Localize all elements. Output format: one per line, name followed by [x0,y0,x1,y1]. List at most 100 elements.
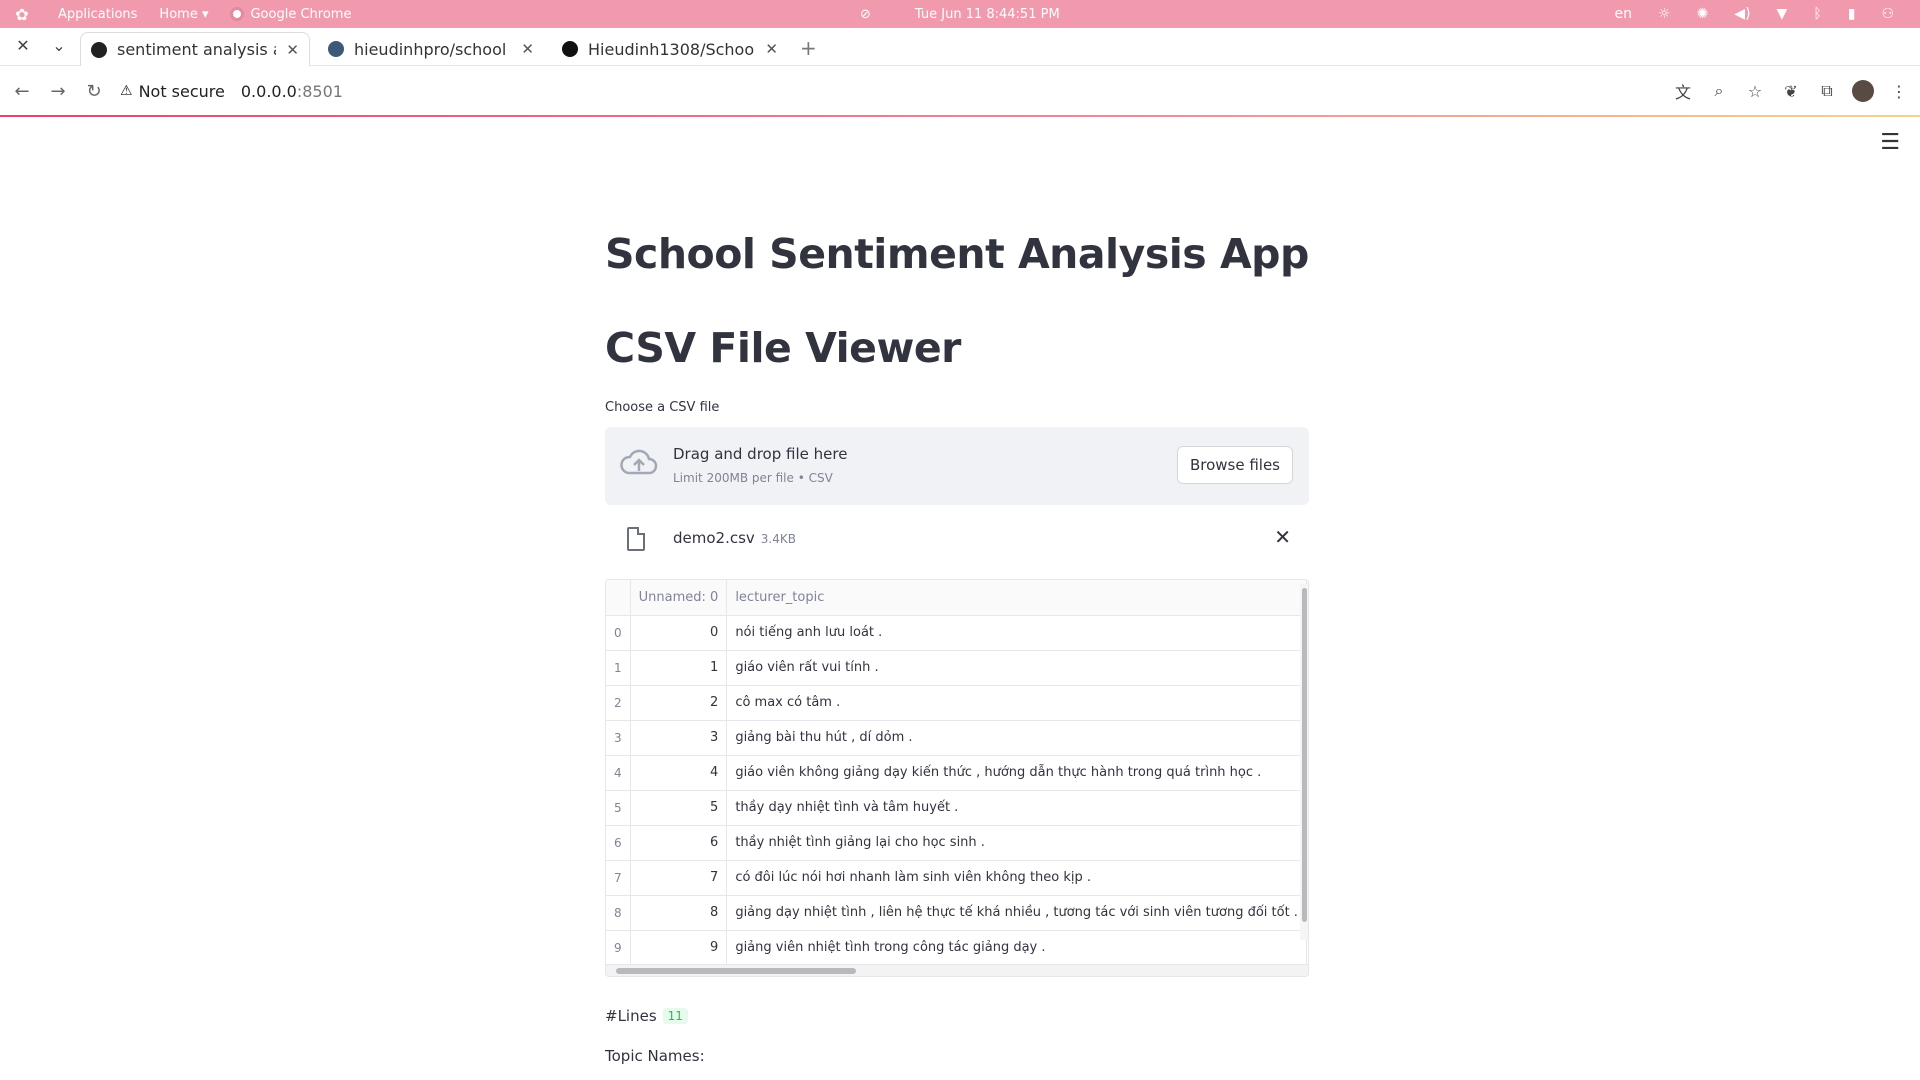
wifi-icon[interactable]: ▼ [1777,6,1788,22]
table-row: 7 7 có đôi lúc nói hơi nhanh làm sinh viên… [606,860,1308,896]
unnamed-cell[interactable]: 5 [630,790,728,826]
row-index-cell[interactable]: 6 [606,825,631,861]
table-row: 4 4 giáo viên không giảng dạy kiến thức , … [606,755,1308,791]
star-icon[interactable]: ☆ [1744,82,1766,101]
tab-list-icon[interactable]: ⌄ [48,36,70,55]
back-icon[interactable]: ← [4,81,40,102]
tab-title: Hieudinh1308/School [588,39,756,59]
applications-menu[interactable]: Applications [58,7,137,22]
table-row: 9 9 giảng viên nhiệt tình trong công tác g… [606,930,1308,966]
lines-label: #Lines [605,1007,657,1025]
row-index-cell[interactable]: 4 [606,755,631,791]
lecturer-topic-cell[interactable]: thầy dạy nhiệt tình và tâm huyết . [726,790,1307,826]
tab-github[interactable]: Hieudinh1308/School ✕ [552,32,788,66]
lecturer-topic-cell[interactable]: giảng bài thu hút , dí dỏm . [726,720,1307,756]
row-index-cell[interactable]: 7 [606,860,631,896]
lecturer-topic-cell[interactable]: giảng viên nhiệt tình trong công tác giả… [726,930,1307,966]
tab-sentiment-analysis[interactable]: sentiment analysis app ✕ [80,32,310,66]
horizontal-scrollbar[interactable] [606,964,1308,976]
file-dropzone[interactable]: Drag and drop file here Limit 200MB per … [605,427,1309,505]
table-header-row: Unnamed: 0 lecturer_topic learning [606,580,1308,616]
reload-icon[interactable]: ↻ [76,81,112,102]
brightness-icon[interactable]: ☼ [1658,6,1671,22]
dropzone-limit: Limit 200MB per file • CSV [673,471,833,485]
security-label[interactable]: Not secure [139,82,225,101]
column-header-index[interactable] [606,580,631,616]
dataframe[interactable]: Unnamed: 0 lecturer_topic learning 00nói… [605,579,1309,977]
lecturer-topic-cell[interactable]: có đôi lúc nói hơi nhanh làm sinh viên k… [726,860,1307,896]
close-tab-icon[interactable]: ✕ [765,40,778,58]
row-index-cell[interactable]: 8 [606,895,631,931]
column-header-unnamed[interactable]: Unnamed: 0 [630,580,728,616]
table-row: 11giáo viên rất vui tính .sinh viên [606,650,1308,686]
battery-icon[interactable]: ▮ [1848,6,1856,22]
cloud-upload-icon [620,449,658,475]
close-tab-icon[interactable]: ✕ [286,41,299,59]
page-title: School Sentiment Analysis App [605,230,1309,278]
unnamed-cell[interactable]: 9 [630,930,728,966]
zoom-icon[interactable]: ⌕ [1708,81,1730,101]
tab-hieudinhpro[interactable]: hieudinhpro/school sentiment ✕ [318,32,544,66]
new-tab-icon[interactable]: + [800,36,817,60]
table-row: 22cô max có tâm .còn nhữ [606,685,1308,721]
volume-icon[interactable]: ◀) [1734,6,1750,22]
tab-title: sentiment analysis app [117,40,276,59]
extension-icon[interactable]: ❦ [1780,82,1802,101]
unnamed-cell[interactable]: 0 [630,615,728,651]
unnamed-cell[interactable]: 6 [630,825,728,861]
forward-icon[interactable]: → [40,81,76,102]
row-index-cell[interactable]: 0 [606,615,631,651]
row-index-cell[interactable]: 3 [606,720,631,756]
row-index-cell[interactable]: 1 [606,650,631,686]
address-bar: ← → ↻ ⚠ Not secure 0.0.0.0 :8501 文 ⌕ ☆ ❦… [0,67,1920,115]
url-input[interactable]: ⚠ Not secure 0.0.0.0 :8501 [120,75,343,107]
lecturer-topic-cell[interactable]: thầy nhiệt tình giảng lại cho học sinh . [726,825,1307,861]
datetime[interactable]: Tue Jun 11 8:44:51 PM [915,7,1060,22]
table-row: 00nói tiếng anh lưu loát .tính điể [606,615,1308,651]
vertical-scroll-thumb[interactable] [1302,588,1307,922]
lecturer-topic-cell[interactable]: giáo viên rất vui tính . [726,650,1307,686]
table-row: 6 6 thầy nhiệt tình giảng lại cho học sinh… [606,825,1308,861]
vertical-scrollbar[interactable] [1300,584,1308,940]
unnamed-cell[interactable]: 4 [630,755,728,791]
home-menu[interactable]: Home ▾ [159,7,208,22]
remove-file-icon[interactable]: ✕ [1274,525,1291,549]
screenshot-icon[interactable]: ⊘ [860,7,871,22]
lecturer-topic-cell[interactable]: giáo viên không giảng dạy kiến thức , hư… [726,755,1307,791]
unnamed-cell[interactable]: 3 [630,720,728,756]
avatar[interactable] [1852,80,1874,102]
user-icon[interactable]: ⚇ [1881,6,1894,22]
lines-value-badge: 11 [662,1008,688,1024]
lecturer-topic-cell[interactable]: cô max có tâm . [726,685,1307,721]
unnamed-cell[interactable]: 1 [630,650,728,686]
dropzone-instructions: Drag and drop file here [673,445,848,463]
puzzle-icon[interactable]: ⧉ [1816,81,1838,101]
settings-icon[interactable]: ✺ [1697,6,1709,22]
row-index-cell[interactable]: 5 [606,790,631,826]
row-index-cell[interactable]: 2 [606,685,631,721]
active-app-label: Google Chrome [250,6,352,22]
hamburger-menu-icon[interactable]: ☰ [1880,130,1900,155]
active-app[interactable]: Google Chrome [230,7,351,22]
unnamed-cell[interactable]: 8 [630,895,728,931]
lecturer-topic-cell[interactable]: nói tiếng anh lưu loát . [726,615,1307,651]
browse-files-button[interactable]: Browse files [1176,446,1293,484]
unnamed-cell[interactable]: 2 [630,685,728,721]
close-window-icon[interactable]: ✕ [12,36,34,55]
streamlit-favicon-icon [91,41,107,58]
topic-names-label: Topic Names: [605,1047,705,1065]
unnamed-cell[interactable]: 7 [630,860,728,896]
lecturer-topic-cell[interactable]: giảng dạy nhiệt tình , liên hệ thực tế k… [726,895,1307,931]
horizontal-scroll-thumb[interactable] [616,968,856,974]
close-tab-icon[interactable]: ✕ [521,40,534,58]
row-index-cell[interactable]: 9 [606,930,631,966]
page-subtitle: CSV File Viewer [605,324,961,372]
uploader-label: Choose a CSV file [605,400,720,415]
file-icon [627,527,645,551]
column-header-lecturer-topic[interactable]: lecturer_topic [726,580,1307,616]
translate-icon[interactable]: 文 [1672,79,1694,103]
gnome-logo-icon[interactable]: ✿ [8,0,36,28]
more-menu-icon[interactable]: ⋮ [1888,82,1910,101]
bluetooth-icon[interactable]: ᛒ [1813,6,1821,22]
language-indicator[interactable]: en [1615,6,1633,22]
